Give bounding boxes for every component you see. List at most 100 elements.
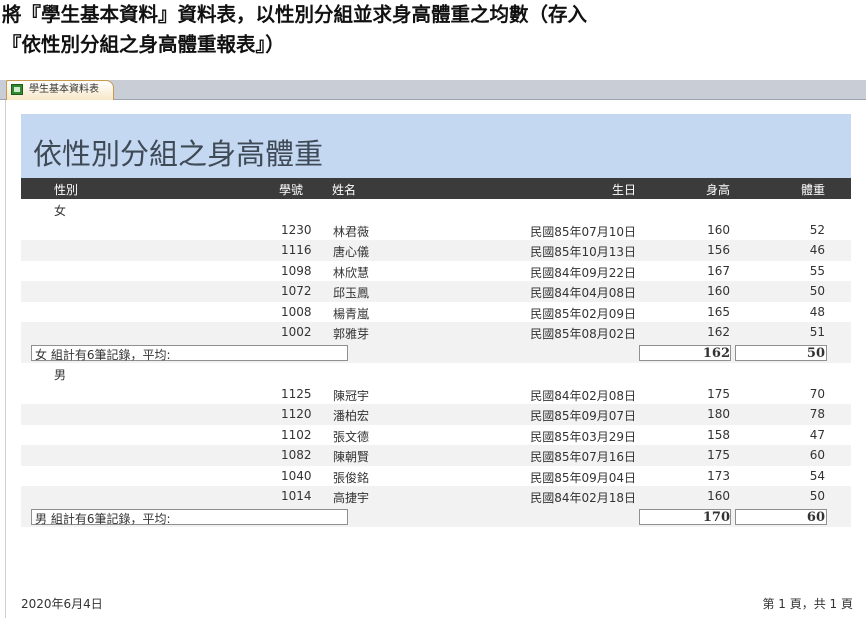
height-cell: 180 [707, 407, 730, 421]
table-row: 1098 林欣慧 民國84年09月22日 167 55 [21, 261, 851, 282]
student-id-cell: 1008 [281, 304, 312, 319]
birthday-cell: 民國85年02月09日 [530, 306, 636, 321]
group-summary-row: 女 組計有6筆記錄，平均: 162 50 [21, 342, 851, 363]
student-name-cell: 林君薇 [333, 224, 370, 239]
group-header-row: 男 [21, 363, 851, 384]
height-cell: 156 [707, 243, 730, 257]
column-header-height: 身高 [705, 183, 730, 197]
group-summary-row: 男 組計有6筆記錄，平均: 170 60 [21, 506, 851, 527]
student-name-cell: 張文德 [333, 429, 370, 444]
student-name-cell: 陳朝賢 [333, 450, 370, 464]
birthday-cell: 民國85年09月07日 [530, 409, 636, 423]
window-border [5, 100, 6, 618]
height-cell: 175 [707, 386, 730, 401]
student-name-cell: 陳冠宇 [333, 388, 370, 403]
height-cell: 175 [707, 448, 730, 462]
group-gender-label: 男 [54, 368, 67, 382]
column-header-weight: 體重 [800, 183, 825, 197]
birthday-cell: 民國85年07月16日 [530, 450, 636, 464]
student-id-cell: 1230 [281, 222, 312, 237]
avg-weight-value: 50 [806, 345, 825, 361]
weight-cell: 55 [809, 263, 825, 278]
height-cell: 158 [707, 427, 730, 442]
summary-label: 女 組計有6筆記錄，平均: [35, 347, 171, 362]
weight-cell: 70 [809, 386, 825, 401]
table-row: 1002 郭雅芽 民國85年08月02日 162 51 [21, 322, 851, 343]
weight-cell: 48 [809, 304, 825, 319]
table-row: 1116 唐心儀 民國85年10月13日 156 46 [21, 240, 851, 261]
student-name-cell: 唐心儀 [333, 245, 370, 259]
column-header-gender: 性別 [54, 183, 79, 197]
table-row: 1040 張俊銘 民國85年09月04日 173 54 [21, 466, 851, 487]
document-tab-bar: 學生基本資料表 [0, 80, 866, 100]
column-header-row: 性別 學號 姓名 生日 身高 體重 [21, 178, 851, 199]
instruction-text: 將『學生基本資料』資料表，以性別分組並求身高體重之均數（存入 『依性別分組之身高… [2, 0, 866, 60]
report-date: 2020年6月4日 [21, 597, 103, 611]
table-row: 1125 陳冠宇 民國84年02月08日 175 70 [21, 384, 851, 405]
summary-label: 男 組計有6筆記錄，平均: [35, 511, 171, 526]
avg-weight-value: 60 [806, 509, 825, 525]
table-row: 1120 潘柏宏 民國85年09月07日 180 78 [21, 404, 851, 425]
height-cell: 162 [707, 325, 730, 339]
birthday-cell: 民國85年03月29日 [530, 429, 636, 444]
student-name-cell: 潘柏宏 [333, 409, 370, 423]
birthday-cell: 民國84年04月08日 [530, 286, 636, 300]
column-header-name: 姓名 [332, 183, 357, 197]
student-name-cell: 林欣慧 [333, 265, 370, 280]
report-title: 依性別分組之身高體重 [33, 137, 324, 171]
column-header-id: 學號 [279, 183, 304, 197]
birthday-cell: 民國84年02月18日 [530, 491, 636, 505]
student-id-cell: 1072 [281, 284, 312, 298]
student-id-cell: 1014 [281, 489, 312, 503]
height-cell: 165 [707, 304, 730, 319]
tab-student-table[interactable]: 學生基本資料表 [6, 80, 114, 100]
avg-height-value: 162 [702, 345, 730, 361]
birthday-cell: 民國85年10月13日 [530, 245, 636, 259]
student-name-cell: 楊青嵐 [333, 306, 370, 321]
weight-cell: 54 [809, 468, 825, 483]
weight-cell: 50 [809, 284, 825, 298]
instruction-line-2: 『依性別分組之身高體重報表』） [2, 33, 285, 56]
page-number: 第 1 頁，共 1 頁 [762, 597, 853, 611]
birthday-cell: 民國84年02月08日 [530, 388, 636, 403]
student-id-cell: 1082 [281, 448, 312, 462]
student-name-cell: 邱玉鳳 [333, 286, 370, 300]
birthday-cell: 民國85年07月10日 [530, 224, 636, 239]
student-id-cell: 1040 [281, 468, 312, 483]
instruction-line-1: 將『學生基本資料』資料表，以性別分組並求身高體重之均數（存入 [2, 3, 588, 26]
table-icon [11, 84, 23, 95]
student-name-cell: 郭雅芽 [333, 327, 370, 341]
weight-cell: 78 [809, 407, 825, 421]
weight-cell: 51 [809, 325, 825, 339]
height-cell: 167 [707, 263, 730, 278]
report-body: 女 1230 林君薇 民國85年07月10日 160 52 1116 唐心儀 民國85年10月1… [21, 199, 851, 527]
group-header-row: 女 [21, 199, 851, 220]
weight-cell: 52 [809, 222, 825, 237]
weight-cell: 47 [809, 427, 825, 442]
weight-cell: 46 [809, 243, 825, 257]
student-name-cell: 張俊銘 [333, 470, 370, 485]
student-id-cell: 1116 [281, 243, 312, 257]
avg-height-value: 170 [702, 509, 730, 525]
tab-label: 學生基本資料表 [29, 84, 99, 95]
height-cell: 160 [707, 489, 730, 503]
student-id-cell: 1120 [281, 407, 312, 421]
table-row: 1014 高捷宇 民國84年02月18日 160 50 [21, 486, 851, 507]
student-name-cell: 高捷宇 [333, 491, 370, 505]
table-row: 1072 邱玉鳳 民國84年04月08日 160 50 [21, 281, 851, 302]
table-row: 1102 張文德 民國85年03月29日 158 47 [21, 425, 851, 446]
student-id-cell: 1098 [281, 263, 312, 278]
table-row: 1230 林君薇 民國85年07月10日 160 52 [21, 220, 851, 241]
student-id-cell: 1102 [281, 427, 312, 442]
height-cell: 173 [707, 468, 730, 483]
table-row: 1008 楊青嵐 民國85年02月09日 165 48 [21, 302, 851, 323]
weight-cell: 60 [809, 448, 825, 462]
report-header: 依性別分組之身高體重 [21, 114, 851, 178]
height-cell: 160 [707, 284, 730, 298]
group-gender-label: 女 [54, 204, 67, 218]
height-cell: 160 [707, 222, 730, 237]
birthday-cell: 民國84年09月22日 [530, 265, 636, 280]
birthday-cell: 民國85年09月04日 [530, 470, 636, 485]
birthday-cell: 民國85年08月02日 [530, 327, 636, 341]
table-row: 1082 陳朝賢 民國85年07月16日 175 60 [21, 445, 851, 466]
